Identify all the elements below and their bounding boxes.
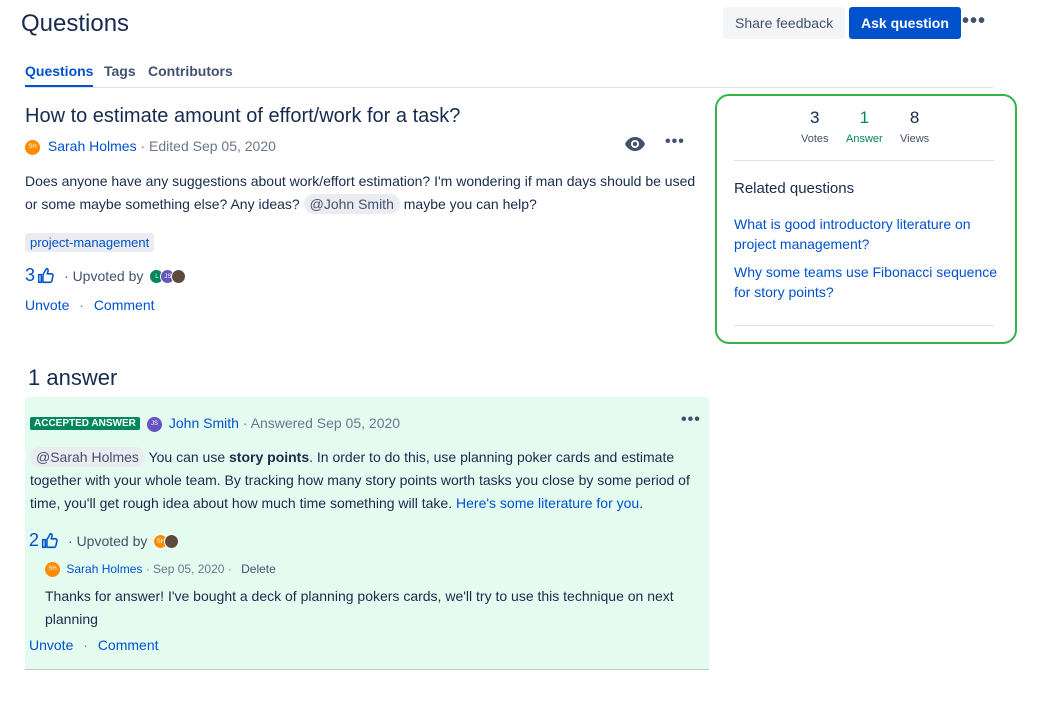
question-vote-row: 3 · Upvoted by L JS bbox=[25, 265, 187, 286]
divider bbox=[734, 160, 994, 161]
tag-project-management[interactable]: project-management bbox=[25, 233, 155, 252]
answer-vote-row: 2 · Upvoted by SH bbox=[29, 530, 180, 551]
thumbs-up-icon[interactable] bbox=[37, 267, 54, 284]
divider bbox=[734, 325, 994, 326]
comment-body: Thanks for answer! I've bought a deck of… bbox=[45, 588, 674, 627]
page-title: Questions bbox=[21, 10, 130, 37]
answer-author-line: JS John Smith · Answered Sep 05, 2020 bbox=[147, 415, 400, 432]
tab-bar: Questions Tags Contributors bbox=[25, 63, 993, 88]
answer-author-name[interactable]: John Smith bbox=[169, 415, 239, 431]
answer-body: @Sarah Holmes You can use story points. … bbox=[30, 447, 690, 511]
thumbs-up-icon[interactable] bbox=[41, 532, 58, 549]
share-feedback-button[interactable]: Share feedback bbox=[723, 7, 846, 39]
stat-answers: 1 Answer bbox=[846, 108, 883, 145]
upvoter-avatars: SH bbox=[153, 532, 180, 549]
answers-heading: 1 answer bbox=[28, 365, 118, 390]
avatar[interactable] bbox=[164, 533, 180, 549]
tab-tags[interactable]: Tags bbox=[104, 63, 136, 85]
tab-questions[interactable]: Questions bbox=[25, 63, 94, 87]
comment-date: · Sep 05, 2020 · bbox=[145, 562, 232, 576]
question-title: How to estimate amount of effort/work fo… bbox=[25, 105, 461, 127]
answer-more-icon[interactable]: ••• bbox=[681, 411, 701, 429]
mention-sarah-holmes[interactable]: @Sarah Holmes bbox=[30, 447, 145, 467]
more-options-icon[interactable]: ••• bbox=[962, 10, 986, 33]
upvoter-avatars: L JS bbox=[149, 267, 187, 284]
mention-john-smith[interactable]: @John Smith bbox=[303, 194, 400, 214]
question-edited-date: · Edited Sep 05, 2020 bbox=[140, 138, 276, 154]
comment-link[interactable]: Comment bbox=[94, 297, 155, 313]
stat-votes: 3 Votes bbox=[801, 108, 829, 145]
delete-comment-link[interactable]: Delete bbox=[241, 562, 276, 576]
question-sidebar: 3 Votes 1 Answer 8 Views Related questio… bbox=[715, 94, 1017, 344]
avatar[interactable]: SH bbox=[25, 139, 40, 155]
question-author-name[interactable]: Sarah Holmes bbox=[48, 138, 137, 154]
vote-count: 3 bbox=[25, 265, 36, 285]
tab-contributors[interactable]: Contributors bbox=[148, 63, 233, 85]
related-question-link[interactable]: What is good introductory literature on … bbox=[734, 214, 999, 254]
upvoted-by-label: · Upvoted by bbox=[68, 532, 148, 549]
answer-actions: Unvote · Comment bbox=[29, 637, 159, 653]
eye-icon[interactable] bbox=[624, 136, 646, 152]
related-questions-heading: Related questions bbox=[734, 180, 855, 197]
accepted-answer-badge: ACCEPTED ANSWER bbox=[30, 417, 140, 430]
unvote-link[interactable]: Unvote bbox=[29, 637, 73, 653]
comment-link[interactable]: Comment bbox=[98, 637, 159, 653]
literature-link[interactable]: Here's some literature for you bbox=[456, 495, 639, 511]
question-author-line: SH Sarah Holmes · Edited Sep 05, 2020 bbox=[25, 138, 276, 155]
vote-count: 2 bbox=[29, 530, 40, 550]
question-more-icon[interactable]: ••• bbox=[665, 133, 685, 151]
comment-author-name[interactable]: Sarah Holmes bbox=[66, 562, 142, 576]
upvoted-by-label: · Upvoted by bbox=[64, 267, 144, 284]
ask-question-button[interactable]: Ask question bbox=[849, 7, 961, 39]
avatar[interactable]: JS bbox=[147, 416, 162, 432]
comment-author-line: SH Sarah Holmes · Sep 05, 2020 · Delete bbox=[45, 562, 276, 578]
related-question-link[interactable]: Why some teams use Fibonacci sequence fo… bbox=[734, 262, 999, 302]
avatar[interactable]: SH bbox=[45, 562, 60, 578]
accepted-answer-card: ACCEPTED ANSWER JS John Smith · Answered… bbox=[25, 397, 709, 670]
question-actions: Unvote · Comment bbox=[25, 297, 155, 313]
answer-date: · Answered Sep 05, 2020 bbox=[242, 415, 401, 431]
question-body: Does anyone have any suggestions about w… bbox=[25, 173, 696, 214]
stat-views: 8 Views bbox=[900, 108, 930, 145]
avatar[interactable] bbox=[171, 268, 187, 284]
unvote-link[interactable]: Unvote bbox=[25, 297, 69, 313]
